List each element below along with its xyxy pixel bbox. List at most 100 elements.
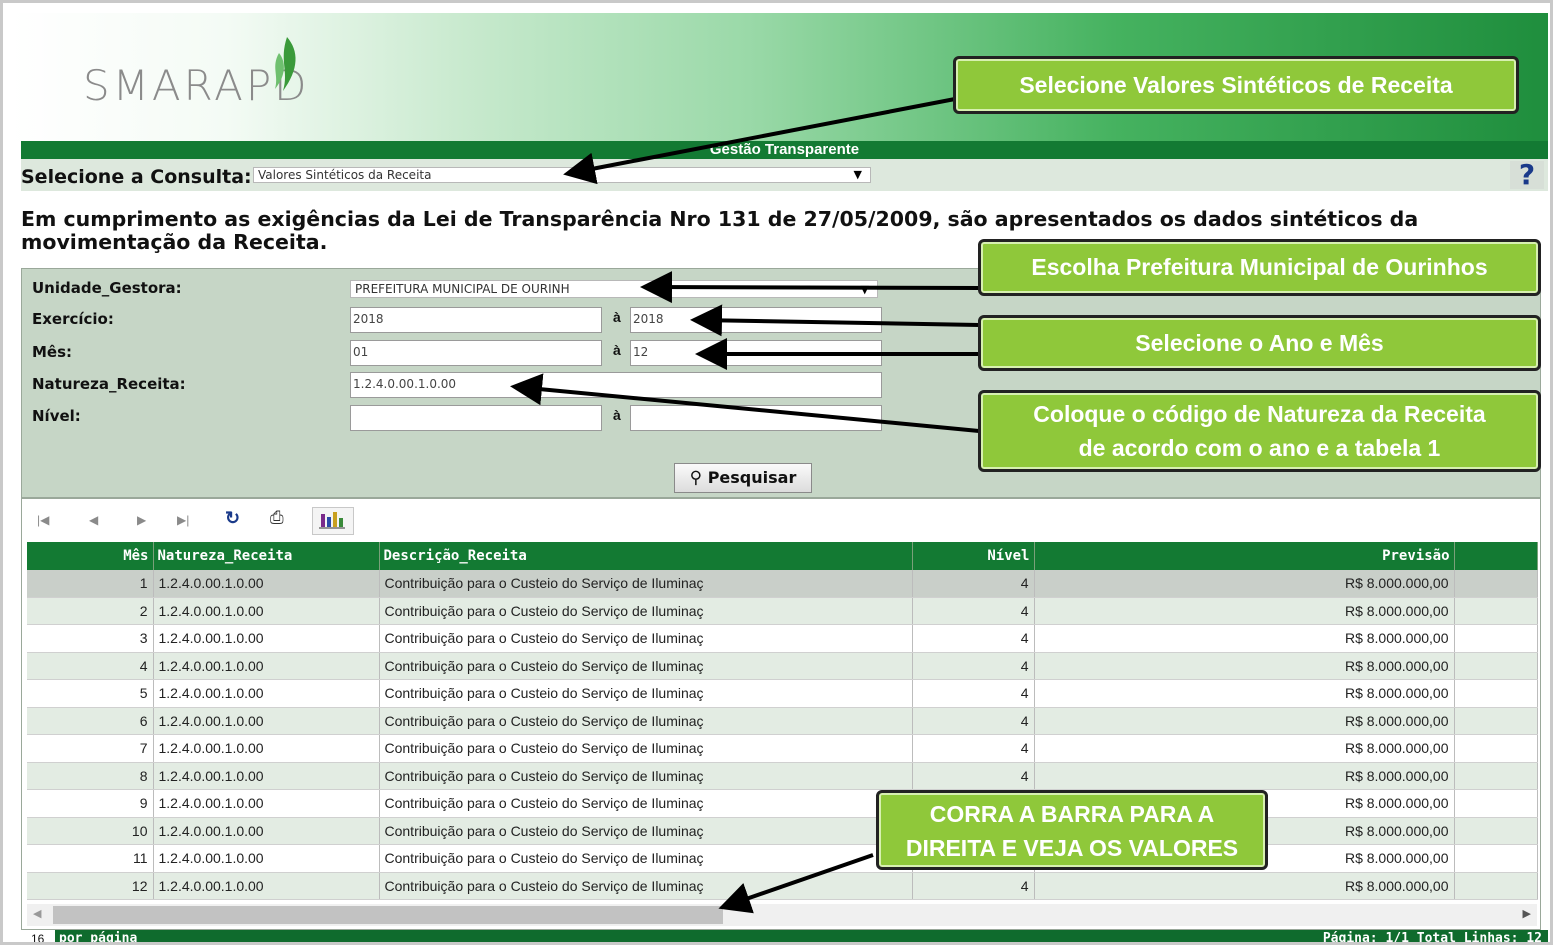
- cell-nivel: 4: [912, 570, 1035, 598]
- cell-mes: 1: [27, 570, 154, 598]
- nivel-label: Nível:: [32, 407, 81, 425]
- cell-empty: [1454, 679, 1538, 708]
- mes-to-input[interactable]: 12: [630, 340, 882, 366]
- callout-natureza-line2: de acordo com o ano e a tabela 1: [1078, 435, 1441, 461]
- cell-descricao: Contribuição para o Custeio do Serviço d…: [379, 734, 913, 763]
- scroll-right-icon[interactable]: ▶: [1523, 907, 1531, 920]
- scroll-left-icon[interactable]: ◀: [33, 907, 41, 920]
- table-row[interactable]: 4 1.2.4.0.00.1.0.00 Contribuição para o Cu…: [27, 652, 1538, 680]
- prev-page-icon[interactable]: ◀: [89, 513, 98, 527]
- help-button[interactable]: ?: [1510, 161, 1544, 189]
- mes-from-input[interactable]: 01: [350, 340, 602, 366]
- cell-natureza: 1.2.4.0.00.1.0.00: [153, 570, 380, 598]
- cell-mes: 9: [27, 789, 154, 818]
- cell-previsao: R$ 8.000.000,00: [1034, 762, 1455, 790]
- cell-previsao: R$ 8.000.000,00: [1034, 872, 1455, 900]
- table-row[interactable]: 11 1.2.4.0.00.1.0.00 Contribuição para o C…: [27, 844, 1538, 873]
- next-page-icon[interactable]: ▶: [137, 513, 146, 527]
- table-row[interactable]: 5 1.2.4.0.00.1.0.00 Contribuição para o Cu…: [27, 679, 1538, 708]
- cell-descricao: Contribuição para o Custeio do Serviço d…: [379, 679, 913, 708]
- cell-nivel: 4: [912, 679, 1035, 708]
- last-page-icon[interactable]: ▶|: [177, 513, 189, 527]
- cell-descricao: Contribuição para o Custeio do Serviço d…: [379, 817, 913, 845]
- table-row[interactable]: 2 1.2.4.0.00.1.0.00 Contribuição para o Cu…: [27, 597, 1538, 625]
- cell-empty: [1454, 872, 1538, 900]
- natureza-input[interactable]: 1.2.4.0.00.1.0.00: [350, 372, 882, 398]
- column-header[interactable]: Mês: [27, 542, 154, 570]
- page-frame: SMARAPD Gestão Transparente Selecione a …: [0, 0, 1553, 945]
- search-button[interactable]: ⚲ Pesquisar: [674, 463, 812, 493]
- cell-mes: 12: [27, 872, 154, 900]
- cell-empty: [1454, 707, 1538, 735]
- table-row[interactable]: 3 1.2.4.0.00.1.0.00 Contribuição para o Cu…: [27, 624, 1538, 653]
- table-row[interactable]: 8 1.2.4.0.00.1.0.00 Contribuição para o Cu…: [27, 762, 1538, 790]
- unidade-select[interactable]: PREFEITURA MUNICIPAL DE OURINH ▼: [350, 280, 878, 298]
- callout-scroll-right: CORRA A BARRA PARA A DIREITA E VEJA OS V…: [876, 790, 1268, 870]
- exercicio-from-input[interactable]: 2018: [350, 307, 602, 333]
- table-body: 1 1.2.4.0.00.1.0.00 Contribuição para o Cu…: [27, 570, 1538, 900]
- column-header-empty: [1454, 542, 1538, 570]
- cell-natureza: 1.2.4.0.00.1.0.00: [153, 734, 380, 763]
- table-row[interactable]: 7 1.2.4.0.00.1.0.00 Contribuição para o Cu…: [27, 734, 1538, 763]
- callout-select-year-month: Selecione o Ano e Mês: [978, 315, 1541, 371]
- cell-descricao: Contribuição para o Custeio do Serviço d…: [379, 624, 913, 653]
- consulta-select[interactable]: Valores Sintéticos da Receita ▼: [253, 167, 871, 183]
- first-page-icon[interactable]: |◀: [37, 513, 49, 527]
- cell-natureza: 1.2.4.0.00.1.0.00: [153, 597, 380, 625]
- callout-scroll-line1: CORRA A BARRA PARA A: [929, 801, 1215, 827]
- cell-empty: [1454, 844, 1538, 873]
- cell-natureza: 1.2.4.0.00.1.0.00: [153, 844, 380, 873]
- refresh-icon[interactable]: ↻: [225, 508, 240, 529]
- natureza-label: Natureza_Receita:: [32, 375, 186, 393]
- print-icon[interactable]: ⎙: [270, 508, 284, 528]
- cell-nivel: 4: [912, 734, 1035, 763]
- table-row[interactable]: 10 1.2.4.0.00.1.0.00 Contribuição para o C…: [27, 817, 1538, 845]
- table-row[interactable]: 6 1.2.4.0.00.1.0.00 Contribuição para o Cu…: [27, 707, 1538, 735]
- cell-descricao: Contribuição para o Custeio do Serviço d…: [379, 652, 913, 680]
- cell-descricao: Contribuição para o Custeio do Serviço d…: [379, 707, 913, 735]
- cell-empty: [1454, 789, 1538, 818]
- column-header[interactable]: Previsão: [1034, 542, 1455, 570]
- chevron-down-icon: ▼: [860, 283, 869, 296]
- chart-icon[interactable]: [312, 507, 354, 535]
- callout-select-unit: Escolha Prefeitura Municipal de Ourinhos: [978, 239, 1541, 296]
- table-row[interactable]: 1 1.2.4.0.00.1.0.00 Contribuição para o Cu…: [27, 570, 1538, 598]
- column-header[interactable]: Natureza_Receita: [153, 542, 380, 570]
- app-title-bar: Gestão Transparente: [21, 141, 1548, 159]
- exercicio-to-input[interactable]: 2018: [630, 307, 882, 333]
- chevron-down-icon: ▼: [853, 168, 862, 181]
- cell-nivel: 4: [912, 872, 1035, 900]
- nivel-from-input[interactable]: [350, 405, 602, 431]
- cell-natureza: 1.2.4.0.00.1.0.00: [153, 652, 380, 680]
- cell-previsao: R$ 8.000.000,00: [1034, 624, 1455, 653]
- cell-empty: [1454, 817, 1538, 845]
- nivel-to-input[interactable]: [630, 405, 882, 431]
- cell-natureza: 1.2.4.0.00.1.0.00: [153, 872, 380, 900]
- range-separator: à: [613, 342, 621, 358]
- column-header[interactable]: Nível: [912, 542, 1035, 570]
- table-row[interactable]: 12 1.2.4.0.00.1.0.00 Contribuição para o C…: [27, 872, 1538, 900]
- cell-mes: 11: [27, 844, 154, 873]
- cell-previsao: R$ 8.000.000,00: [1034, 597, 1455, 625]
- cell-nivel: 4: [912, 652, 1035, 680]
- cell-descricao: Contribuição para o Custeio do Serviço d…: [379, 789, 913, 818]
- cell-natureza: 1.2.4.0.00.1.0.00: [153, 789, 380, 818]
- horizontal-scrollbar[interactable]: ◀ ▶: [27, 904, 1537, 926]
- unidade-label: Unidade_Gestora:: [32, 279, 182, 297]
- cell-empty: [1454, 570, 1538, 598]
- cell-descricao: Contribuição para o Custeio do Serviço d…: [379, 570, 913, 598]
- cell-natureza: 1.2.4.0.00.1.0.00: [153, 817, 380, 845]
- cell-nivel: 4: [912, 762, 1035, 790]
- cell-natureza: 1.2.4.0.00.1.0.00: [153, 679, 380, 708]
- scrollbar-thumb[interactable]: [53, 906, 723, 924]
- per-page-input[interactable]: 16: [21, 930, 55, 942]
- cell-previsao: R$ 8.000.000,00: [1034, 652, 1455, 680]
- consulta-label: Selecione a Consulta:: [21, 166, 252, 188]
- column-header[interactable]: Descrição_Receita: [379, 542, 913, 570]
- exercicio-label: Exercício:: [32, 310, 114, 328]
- cell-natureza: 1.2.4.0.00.1.0.00: [153, 707, 380, 735]
- per-page-label: por página: [59, 931, 138, 945]
- cell-mes: 3: [27, 624, 154, 653]
- table-row[interactable]: 9 1.2.4.0.00.1.0.00 Contribuição para o Cu…: [27, 789, 1538, 818]
- cell-natureza: 1.2.4.0.00.1.0.00: [153, 762, 380, 790]
